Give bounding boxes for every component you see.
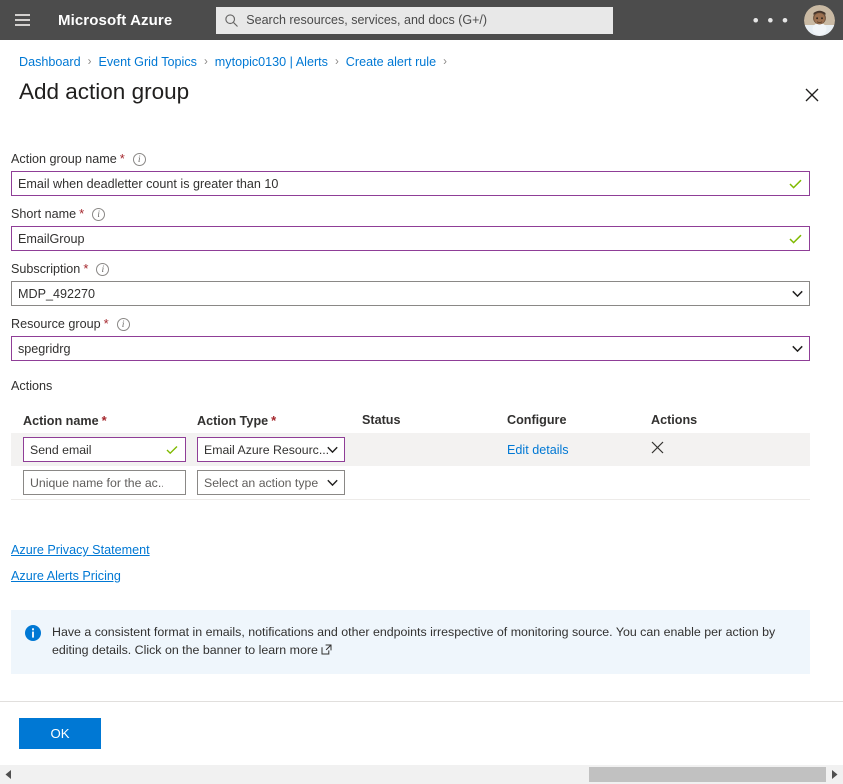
new-action-type-select[interactable]: Select an action type [197, 470, 345, 495]
breadcrumb-item-create-alert-rule[interactable]: Create alert rule [346, 55, 436, 69]
required-asterisk: * [101, 412, 107, 428]
short-name-label: Short name * i [11, 206, 810, 222]
breadcrumb-item-event-grid-topics[interactable]: Event Grid Topics [98, 55, 196, 69]
field-action-group-name: Action group name * i [11, 151, 810, 196]
scroll-left-arrow-icon[interactable] [0, 765, 17, 784]
azure-privacy-statement-link[interactable]: Azure Privacy Statement [11, 543, 843, 557]
subscription-select[interactable]: MDP_492270 [11, 281, 810, 306]
azure-alerts-pricing-link[interactable]: Azure Alerts Pricing [11, 569, 843, 583]
row-configure-cell: Edit details [507, 441, 651, 459]
field-subscription: Subscription * i MDP_492270 [11, 261, 810, 306]
required-asterisk: * [79, 206, 85, 221]
row-action-name-cell [11, 437, 197, 462]
info-banner[interactable]: Have a consistent format in emails, noti… [11, 610, 810, 674]
breadcrumb-separator: › [334, 56, 339, 68]
close-icon [805, 88, 819, 102]
action-group-name-input-wrap [11, 171, 810, 196]
topbar-right-group: • • • [745, 0, 835, 40]
info-filled-icon [25, 625, 41, 646]
resource-group-label-text: Resource group [11, 317, 101, 331]
avatar-image [804, 4, 835, 36]
breadcrumb-separator: › [87, 56, 92, 68]
column-header-action-name: Action name * [11, 413, 197, 428]
column-header-actions: Actions [651, 413, 698, 427]
short-name-label-text: Short name [11, 207, 77, 221]
info-icon[interactable]: i [132, 152, 146, 166]
blade-footer: OK [0, 701, 843, 765]
breadcrumb: Dashboard › Event Grid Topics › mytopic0… [0, 40, 843, 70]
column-header-configure: Configure [507, 413, 567, 427]
field-short-name: Short name * i [11, 206, 810, 251]
scrollbar-track[interactable] [17, 765, 826, 784]
close-blade-button[interactable] [797, 80, 827, 110]
action-group-name-label-text: Action group name [11, 152, 117, 166]
row-actions-cell [651, 441, 741, 459]
user-avatar[interactable] [804, 4, 835, 36]
short-name-input[interactable] [11, 226, 810, 251]
top-navigation-bar: Microsoft Azure Search resources, servic… [0, 0, 843, 40]
action-name-input-wrap [23, 437, 186, 462]
action-type-select[interactable]: Email Azure Resourc... [197, 437, 345, 462]
action-group-name-label: Action group name * i [11, 151, 810, 167]
row-action-name-cell [11, 470, 197, 495]
new-action-type-select-wrap: Select an action type [197, 470, 345, 495]
action-group-name-input[interactable] [11, 171, 810, 196]
document-links: Azure Privacy Statement Azure Alerts Pri… [0, 500, 843, 583]
search-icon [225, 13, 239, 27]
info-banner-message: Have a consistent format in emails, noti… [52, 625, 776, 657]
close-icon [651, 441, 664, 453]
column-header-status: Status [362, 413, 401, 427]
resource-group-label: Resource group * i [11, 316, 810, 332]
info-banner-text: Have a consistent format in emails, noti… [52, 624, 794, 660]
required-asterisk: * [271, 412, 277, 428]
required-asterisk: * [119, 151, 125, 166]
horizontal-scrollbar[interactable] [0, 765, 843, 784]
action-name-input[interactable] [23, 437, 186, 462]
more-options-icon[interactable]: • • • [745, 12, 798, 29]
info-icon[interactable]: i [116, 317, 130, 331]
azure-brand-logo[interactable]: Microsoft Azure [58, 12, 172, 29]
breadcrumb-item-mytopic-alerts[interactable]: mytopic0130 | Alerts [215, 55, 328, 69]
action-group-form: Action group name * i Short name * i Sub… [0, 110, 843, 361]
actions-table-header-row: Action name * Action Type * Status Configu… [11, 407, 810, 433]
row-action-type-cell: Email Azure Resourc... [197, 437, 362, 462]
table-row: Select an action type [11, 466, 810, 499]
external-link-icon [321, 643, 332, 661]
actions-section-heading: Actions [11, 379, 53, 393]
page-title: Add action group [19, 79, 190, 104]
column-header-action-type: Action Type * [197, 413, 362, 428]
delete-action-button[interactable] [651, 441, 664, 454]
info-icon[interactable]: i [96, 262, 110, 276]
breadcrumb-separator: › [203, 56, 208, 68]
actions-table: Action name * Action Type * Status Configu… [0, 407, 843, 499]
breadcrumb-item-dashboard[interactable]: Dashboard [19, 55, 81, 69]
info-icon[interactable]: i [92, 207, 106, 221]
scrollbar-thumb[interactable] [589, 767, 826, 782]
required-asterisk: * [83, 261, 89, 276]
column-header-action-type-text: Action Type [197, 413, 269, 428]
subscription-label-text: Subscription [11, 262, 81, 276]
page-header: Add action group [0, 70, 843, 110]
row-action-type-cell: Select an action type [197, 470, 362, 495]
field-resource-group: Resource group * i spegridrg [11, 316, 810, 361]
hamburger-menu-icon[interactable] [0, 0, 44, 40]
action-type-select-wrap: Email Azure Resourc... [197, 437, 345, 462]
breadcrumb-separator: › [443, 56, 447, 68]
subscription-label: Subscription * i [11, 261, 810, 277]
scroll-right-arrow-icon[interactable] [826, 765, 843, 784]
new-action-name-input[interactable] [23, 470, 186, 495]
global-search-input[interactable]: Search resources, services, and docs (G+… [216, 6, 614, 34]
resource-group-select-wrap: spegridrg [11, 336, 810, 361]
column-header-action-name-text: Action name [23, 413, 99, 428]
subscription-select-wrap: MDP_492270 [11, 281, 810, 306]
edit-details-link[interactable]: Edit details [507, 443, 569, 457]
resource-group-select[interactable]: spegridrg [11, 336, 810, 361]
new-action-name-input-wrap [23, 470, 186, 495]
search-placeholder-text: Search resources, services, and docs (G+… [246, 13, 488, 27]
ok-button[interactable]: OK [19, 718, 101, 749]
short-name-input-wrap [11, 226, 810, 251]
table-row: Email Azure Resourc... Edit details [11, 433, 810, 466]
required-asterisk: * [103, 316, 109, 331]
